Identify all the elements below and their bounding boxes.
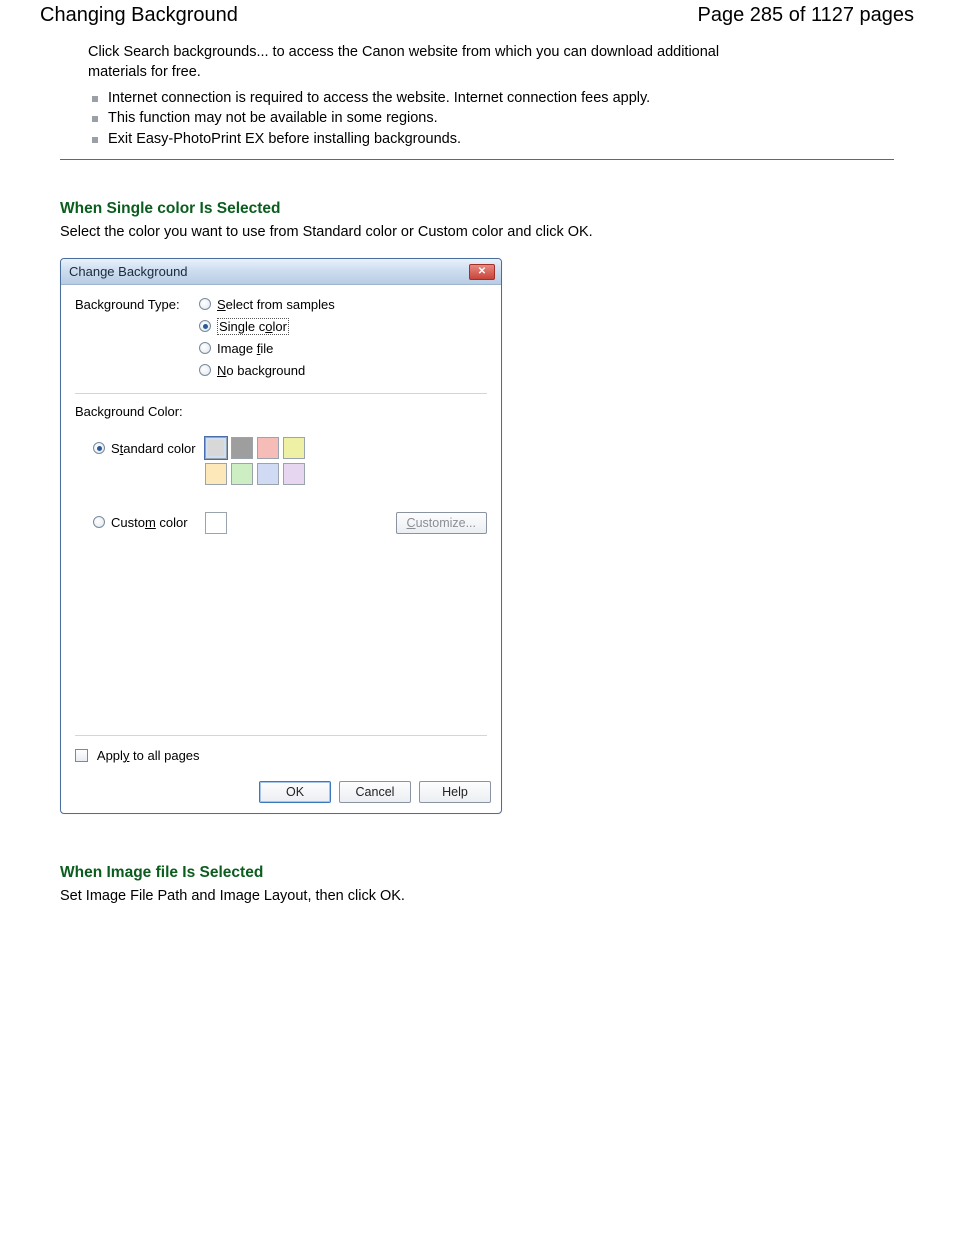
separator xyxy=(75,735,487,736)
color-swatch[interactable] xyxy=(231,463,253,485)
page-title: Changing Background xyxy=(40,4,238,27)
color-swatch[interactable] xyxy=(283,463,305,485)
radio-no-background[interactable]: No background xyxy=(199,361,487,379)
page-header: Changing Background Page 285 of 1127 pag… xyxy=(0,0,954,29)
color-swatch[interactable] xyxy=(231,437,253,459)
radio-select-from-samples[interactable]: Select from samples xyxy=(199,295,487,313)
intro-text: Click Search backgrounds... to access th… xyxy=(88,43,728,82)
radio-icon xyxy=(93,516,105,528)
radio-icon xyxy=(199,320,211,332)
background-color-label: Background Color: xyxy=(75,404,487,419)
radio-icon xyxy=(199,298,211,310)
section-image-title: When Image file Is Selected xyxy=(60,864,894,882)
section-single-desc: Select the color you want to use from St… xyxy=(60,224,894,240)
dialog-titlebar[interactable]: Change Background ✕ xyxy=(61,259,501,285)
note-item: Exit Easy-PhotoPrint EX before installin… xyxy=(88,129,894,149)
cancel-button[interactable]: Cancel xyxy=(339,781,411,803)
note-item: Internet connection is required to acces… xyxy=(88,88,894,108)
page-number: Page 285 of 1127 pages xyxy=(698,4,914,27)
help-button[interactable]: Help xyxy=(419,781,491,803)
radio-custom-color[interactable]: Custom color xyxy=(93,513,199,531)
dialog-title: Change Background xyxy=(69,264,469,279)
change-background-dialog: Change Background ✕ Background Type: Sel… xyxy=(60,258,502,814)
note-item: This function may not be available in so… xyxy=(88,108,894,128)
color-swatch[interactable] xyxy=(257,463,279,485)
dialog-footer: OK Cancel Help xyxy=(61,775,501,813)
section-single-title: When Single color Is Selected xyxy=(60,200,894,218)
notes-list: Internet connection is required to acces… xyxy=(88,88,894,149)
close-icon[interactable]: ✕ xyxy=(469,264,495,280)
radio-icon xyxy=(199,342,211,354)
ok-button[interactable]: OK xyxy=(259,781,331,803)
radio-icon xyxy=(93,442,105,454)
radio-standard-color[interactable]: Standard color xyxy=(93,439,199,457)
color-swatch[interactable] xyxy=(257,437,279,459)
separator xyxy=(75,393,487,394)
background-type-label: Background Type: xyxy=(75,295,199,383)
color-swatch[interactable] xyxy=(205,463,227,485)
color-swatch[interactable] xyxy=(205,437,227,459)
radio-single-color[interactable]: Single color xyxy=(199,317,487,335)
checkbox-icon xyxy=(75,749,88,762)
customize-button[interactable]: Customize... xyxy=(396,512,487,534)
custom-color-preview xyxy=(205,512,227,534)
color-swatch[interactable] xyxy=(283,437,305,459)
apply-all-checkbox[interactable]: Apply to all pages xyxy=(75,746,487,767)
section-image-desc: Set Image File Path and Image Layout, th… xyxy=(60,888,894,904)
dialog-body: Background Type: Select from samples Sin… xyxy=(61,285,501,775)
divider xyxy=(60,159,894,160)
radio-icon xyxy=(199,364,211,376)
standard-color-swatches xyxy=(205,437,325,485)
radio-image-file[interactable]: Image file xyxy=(199,339,487,357)
